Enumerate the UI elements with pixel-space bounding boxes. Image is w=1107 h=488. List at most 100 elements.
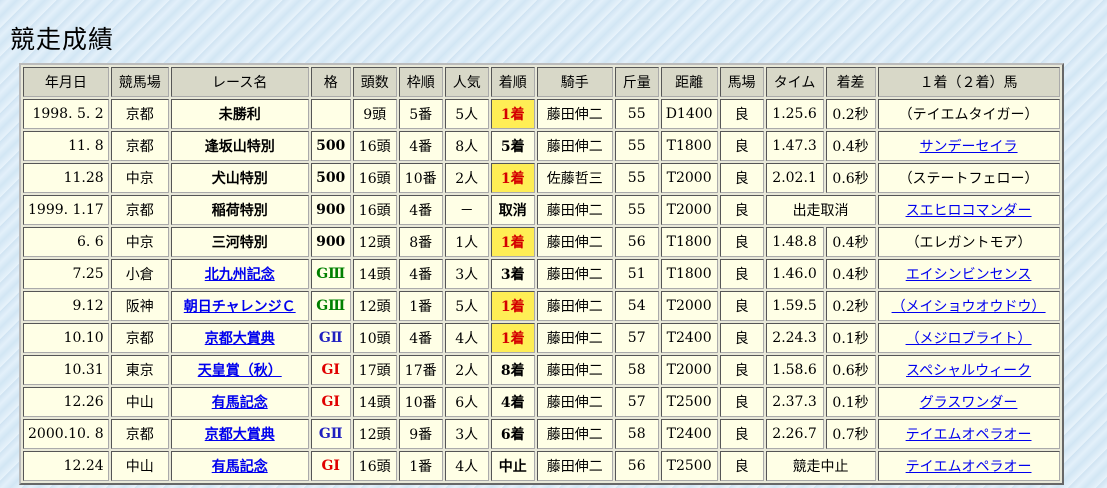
race-name: 稲荷特別 bbox=[211, 203, 268, 219]
race-link[interactable]: 有馬記念 bbox=[212, 395, 268, 411]
weight-cell: 55 bbox=[614, 99, 659, 129]
date-cell: 10.31 bbox=[23, 355, 109, 385]
race-link[interactable]: 京都大賞典 bbox=[205, 427, 275, 443]
winner-cell[interactable]: サンデーセイラ bbox=[877, 131, 1060, 161]
winner-cell[interactable]: エイシンビンセンス bbox=[877, 259, 1060, 289]
weight-cell: 57 bbox=[614, 387, 659, 417]
race-link[interactable]: 朝日チャレンジＣ bbox=[184, 299, 296, 315]
winner-cell[interactable]: スエヒロコマンダー bbox=[877, 195, 1060, 225]
horse-link[interactable]: エイシンビンセンス bbox=[906, 267, 1032, 283]
runners-cell: 9頭 bbox=[352, 99, 397, 129]
winner-cell[interactable]: テイエムオペラオー bbox=[877, 419, 1060, 449]
race-link[interactable]: 京都大賞典 bbox=[205, 331, 275, 347]
horse-link[interactable]: （メジロブライト） bbox=[906, 331, 1032, 347]
col-gate: 枠順 bbox=[398, 67, 443, 97]
grade-cell: 900 bbox=[310, 195, 351, 225]
popularity-cell: 2人 bbox=[444, 355, 489, 385]
popularity-cell: 6人 bbox=[444, 387, 489, 417]
race-cell[interactable]: 京都大賞典 bbox=[170, 419, 309, 449]
weight-cell: 57 bbox=[614, 323, 659, 353]
time-cell: 1.47.3 bbox=[765, 131, 824, 161]
finish-cell: 5着 bbox=[490, 131, 535, 161]
runners-cell: 14頭 bbox=[352, 259, 397, 289]
horse-link[interactable]: スペシャルウィーク bbox=[906, 363, 1031, 379]
horse-link[interactable]: サンデーセイラ bbox=[920, 139, 1018, 155]
finish-cell: 1着 bbox=[490, 99, 535, 129]
horse-link[interactable]: スエヒロコマンダー bbox=[906, 203, 1032, 219]
horse-name: （テイエムタイガー） bbox=[898, 107, 1039, 123]
popularity-cell: 5人 bbox=[444, 99, 489, 129]
race-cell[interactable]: 有馬記念 bbox=[170, 451, 309, 481]
winner-cell[interactable]: スペシャルウィーク bbox=[877, 355, 1060, 385]
finish-cell: 1着 bbox=[490, 163, 535, 193]
horse-link[interactable]: テイエムオペラオー bbox=[906, 427, 1032, 443]
date-cell: 11. 8 bbox=[23, 131, 109, 161]
gate-cell: 1番 bbox=[398, 291, 443, 321]
finish-cell: 1着 bbox=[490, 291, 535, 321]
runners-cell: 12頭 bbox=[352, 291, 397, 321]
finish-cell: 1着 bbox=[490, 227, 535, 257]
grade-badge: GⅢ bbox=[316, 298, 346, 314]
race-link[interactable]: 天皇賞（秋） bbox=[198, 363, 282, 379]
col-jockey: 騎手 bbox=[536, 67, 613, 97]
track-cell: 良 bbox=[719, 227, 764, 257]
horse-link[interactable]: テイエムオペラオー bbox=[906, 459, 1032, 475]
race-name: 未勝利 bbox=[218, 107, 261, 123]
runners-cell: 12頭 bbox=[352, 419, 397, 449]
distance-cell: T2500 bbox=[660, 387, 718, 417]
table-row: 2000.10. 8 京都 京都大賞典 GⅡ 12頭 9番 3人 6着 藤田伸二 58 T2400 良… bbox=[23, 419, 1060, 449]
horse-link[interactable]: グラスワンダー bbox=[920, 395, 1018, 411]
results-table-wrapper: 年月日 競馬場 レース名 格 頭数 枠順 人気 着順 騎手 斤量 距離 馬場 タ… bbox=[19, 63, 1064, 485]
grade-badge: 500 bbox=[316, 138, 346, 154]
popularity-cell: 5人 bbox=[444, 291, 489, 321]
winner-cell[interactable]: （メイショウオウドウ） bbox=[877, 291, 1060, 321]
runners-cell: 16頭 bbox=[352, 195, 397, 225]
race-link[interactable]: 北九州記念 bbox=[205, 267, 275, 283]
gate-cell: 10番 bbox=[398, 163, 443, 193]
distance-cell: T2000 bbox=[660, 163, 718, 193]
weight-cell: 56 bbox=[614, 451, 659, 481]
gate-cell: 4番 bbox=[398, 195, 443, 225]
col-runners: 頭数 bbox=[352, 67, 397, 97]
popularity-cell: 4人 bbox=[444, 323, 489, 353]
jockey-cell: 藤田伸二 bbox=[536, 355, 613, 385]
race-cell[interactable]: 有馬記念 bbox=[170, 387, 309, 417]
course-cell: 中京 bbox=[110, 227, 169, 257]
results-body: 1998. 5. 2 京都 未勝利 9頭 5番 5人 1着 藤田伸二 55 D1400 良 1.25.… bbox=[23, 99, 1060, 481]
margin-cell: 0.6秒 bbox=[825, 163, 876, 193]
date-cell: 6. 6 bbox=[23, 227, 109, 257]
table-row: 6. 6 中京 三河特別 900 12頭 8番 1人 1着 藤田伸二 56 T1800 良 1.48.8… bbox=[23, 227, 1060, 257]
winner-cell[interactable]: （メジロブライト） bbox=[877, 323, 1060, 353]
date-cell: 1999. 1.17 bbox=[23, 195, 109, 225]
margin-cell: 0.4秒 bbox=[825, 227, 876, 257]
horse-name: （ステートフェロー） bbox=[898, 171, 1039, 187]
table-row: 12.26 中山 有馬記念 GⅠ 14頭 10番 6人 4着 藤田伸二 57 T2500 良 2.37.… bbox=[23, 387, 1060, 417]
grade-badge: GⅠ bbox=[321, 458, 340, 474]
track-cell: 良 bbox=[719, 195, 764, 225]
grade-cell: GⅠ bbox=[310, 451, 351, 481]
winner-cell: （エレガントモア） bbox=[877, 227, 1060, 257]
distance-cell: T1800 bbox=[660, 227, 718, 257]
winner-cell: （ステートフェロー） bbox=[877, 163, 1060, 193]
col-finish: 着順 bbox=[490, 67, 535, 97]
winner-cell[interactable]: テイエムオペラオー bbox=[877, 451, 1060, 481]
distance-cell: T2000 bbox=[660, 355, 718, 385]
race-results-table: 年月日 競馬場 レース名 格 頭数 枠順 人気 着順 騎手 斤量 距離 馬場 タ… bbox=[19, 63, 1064, 485]
finish-cell: 4着 bbox=[490, 387, 535, 417]
runners-cell: 16頭 bbox=[352, 163, 397, 193]
race-cell[interactable]: 京都大賞典 bbox=[170, 323, 309, 353]
race-cell[interactable]: 北九州記念 bbox=[170, 259, 309, 289]
margin-cell: 0.4秒 bbox=[825, 259, 876, 289]
race-cell[interactable]: 天皇賞（秋） bbox=[170, 355, 309, 385]
gate-cell: 8番 bbox=[398, 227, 443, 257]
grade-badge: GⅡ bbox=[318, 426, 343, 442]
table-row: 1998. 5. 2 京都 未勝利 9頭 5番 5人 1着 藤田伸二 55 D1400 良 1.25.… bbox=[23, 99, 1060, 129]
race-cell[interactable]: 朝日チャレンジＣ bbox=[170, 291, 309, 321]
race-link[interactable]: 有馬記念 bbox=[212, 459, 268, 475]
horse-link[interactable]: （メイショウオウドウ） bbox=[892, 299, 1046, 315]
grade-badge: GⅡ bbox=[318, 330, 343, 346]
jockey-cell: 藤田伸二 bbox=[536, 99, 613, 129]
winner-cell[interactable]: グラスワンダー bbox=[877, 387, 1060, 417]
distance-cell: T1800 bbox=[660, 131, 718, 161]
popularity-cell: 4人 bbox=[444, 451, 489, 481]
